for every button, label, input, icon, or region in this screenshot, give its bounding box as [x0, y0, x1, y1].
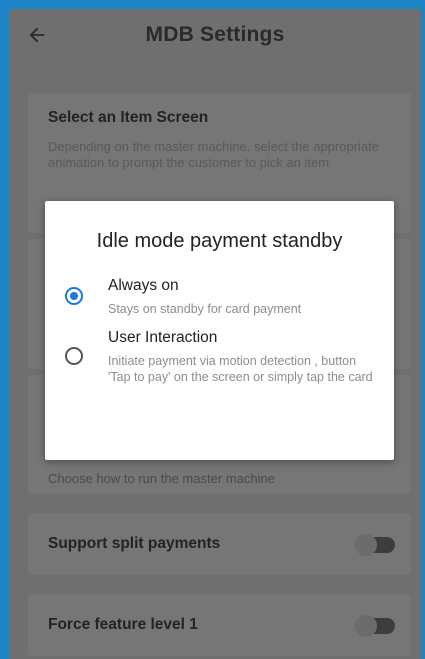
- radio-dot: [70, 292, 78, 300]
- arrow-left-icon: [29, 27, 45, 43]
- option-user-interaction-description: Initiate payment via motion detection , …: [108, 354, 373, 384]
- option-user-interaction-label: User Interaction: [108, 329, 218, 346]
- app-bar: MDB Settings: [9, 9, 421, 61]
- support-split-payments-toggle[interactable]: [355, 534, 395, 556]
- select-item-screen-title: Select an Item Screen: [48, 109, 209, 126]
- force-feature-level-toggle[interactable]: [355, 615, 395, 637]
- option-always-on-label: Always on: [108, 277, 179, 294]
- radio-selected-icon[interactable]: [65, 287, 83, 305]
- select-item-screen-description: Depending on the master machine, select …: [48, 139, 379, 170]
- page-title: MDB Settings: [145, 23, 285, 46]
- support-split-payments-label: Support split payments: [48, 535, 221, 552]
- option-always-on-description: Stays on standby for card payment: [108, 302, 302, 316]
- force-feature-level-label: Force feature level 1: [48, 616, 198, 633]
- back-button[interactable]: [23, 21, 51, 49]
- support-split-payments-row[interactable]: Support split payments: [28, 513, 411, 575]
- force-feature-level-row[interactable]: Force feature level 1: [28, 594, 411, 656]
- master-machine-description: Choose how to run the master machine: [48, 471, 275, 486]
- toggle-knob: [355, 615, 377, 637]
- app-screen: MDB Settings Select an Item Screen Depen…: [0, 0, 425, 659]
- idle-mode-dialog: Idle mode payment standby Always on Stay…: [45, 201, 394, 460]
- dialog-title: Idle mode payment standby: [96, 230, 343, 252]
- toggle-knob: [355, 534, 377, 556]
- radio-unselected-icon[interactable]: [65, 347, 83, 365]
